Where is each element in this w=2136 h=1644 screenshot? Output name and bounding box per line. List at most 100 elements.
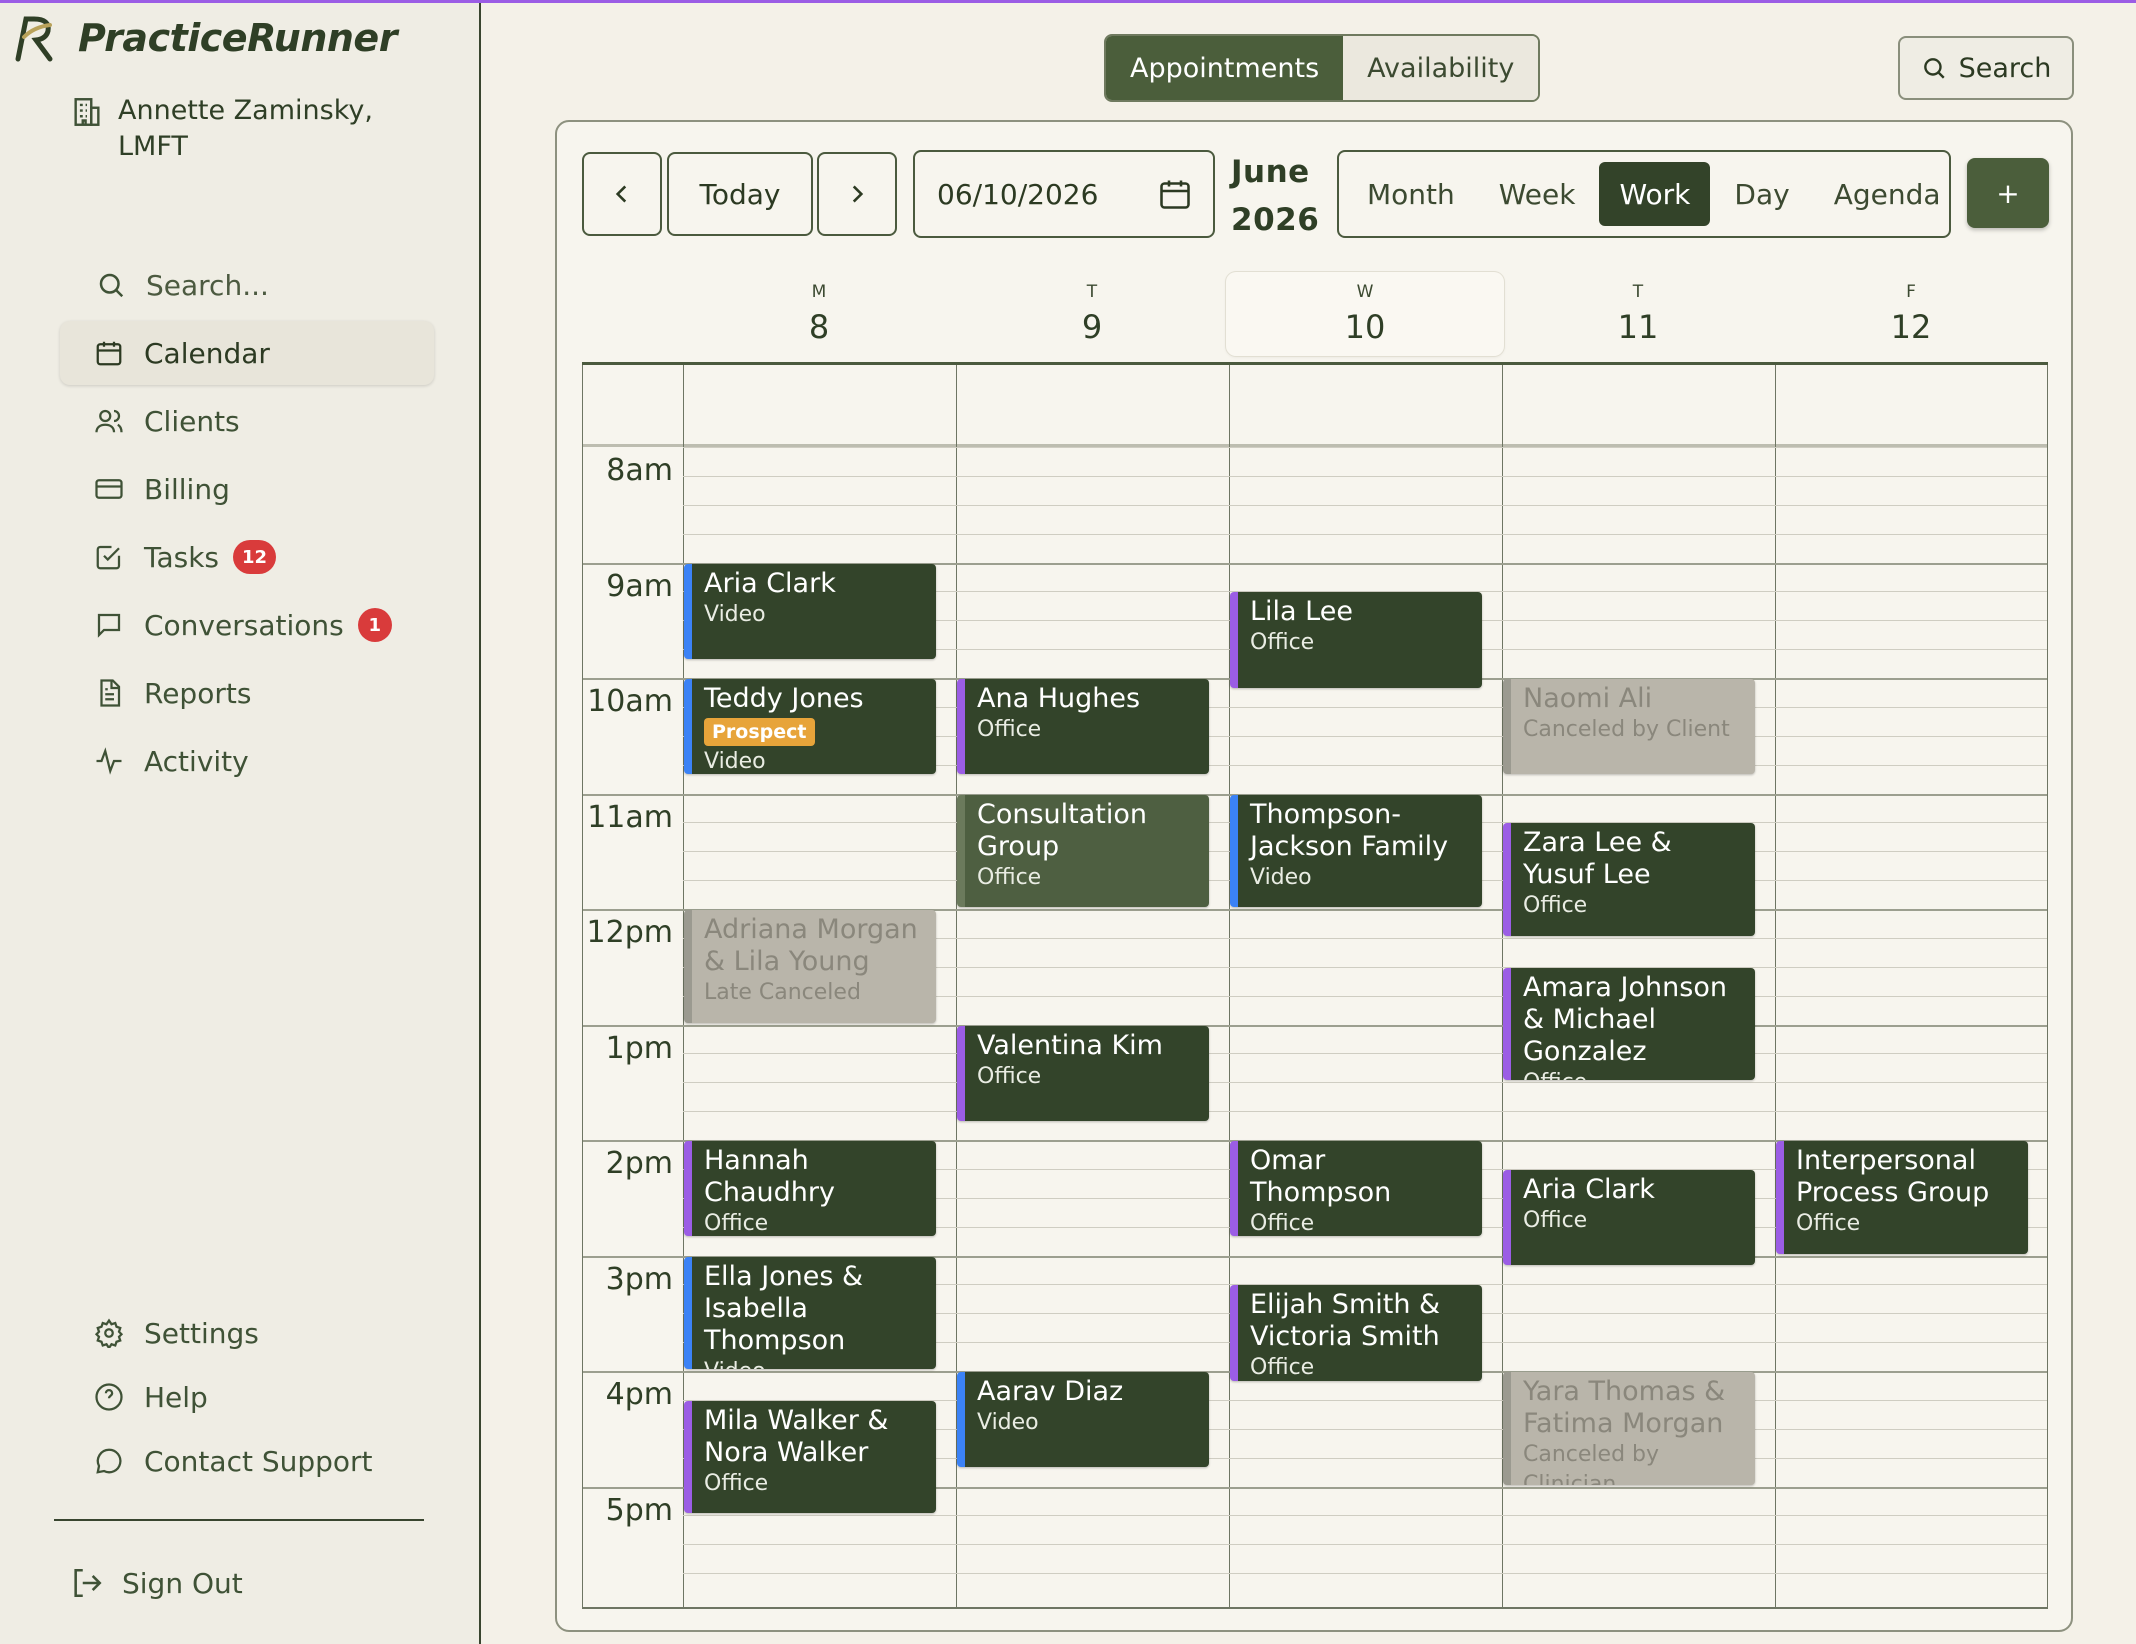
conversations-count-badge: 1 — [357, 608, 392, 642]
sign-out-icon — [74, 1568, 102, 1598]
today-button[interactable]: Today — [667, 152, 813, 236]
view-work[interactable]: Work — [1599, 162, 1711, 226]
appointment-location: Video — [977, 1410, 1039, 1435]
sidebar-item-activity[interactable]: Activity — [60, 729, 434, 793]
prev-button[interactable] — [582, 152, 662, 236]
appointment-card[interactable]: Amara Johnson & Michael GonzalezOffice — [1503, 967, 1755, 1081]
time-label: 10am — [587, 684, 673, 719]
sidebar-item-reports[interactable]: Reports — [60, 661, 434, 725]
time-label: 4pm — [605, 1377, 673, 1412]
day-header-8[interactable]: M8 — [680, 272, 958, 356]
appointment-card[interactable]: Hannah Chaudhry Office — [684, 1141, 936, 1237]
appointment-client-name: Aria Clark — [1523, 1173, 1655, 1205]
appointment-card[interactable]: Thompson-Jackson Family Video — [1230, 794, 1482, 907]
appointment-location: Canceled by Clinician — [1523, 1442, 1660, 1485]
sidebar-item-contact-support[interactable]: Contact Support — [60, 1431, 434, 1491]
appointment-card[interactable]: Omar Thompson Office — [1230, 1141, 1482, 1237]
appointment-card[interactable]: Adriana Morgan & Lila Young Late Canceled — [684, 910, 936, 1023]
time-label: 5pm — [605, 1492, 673, 1528]
all-day-row[interactable] — [583, 365, 2047, 447]
calendar-icon[interactable] — [1157, 176, 1193, 212]
main-nav: Search... Calendar Clients Billing Tasks — [60, 253, 434, 797]
time-label: 8am — [606, 453, 673, 488]
date-input[interactable]: 06/10/2026 — [913, 150, 1215, 238]
day-header-weekday: T — [1086, 282, 1098, 302]
appointment-client-name: Elijah Smith & Victoria Smith — [1250, 1289, 1441, 1353]
appointment-client-name: Valentina Kim — [977, 1029, 1163, 1061]
view-day[interactable]: Day — [1714, 162, 1809, 226]
day-header-12[interactable]: F 12 — [1772, 272, 2050, 356]
logo-icon — [15, 16, 53, 62]
sidebar-item-label: Reports — [144, 676, 252, 710]
search-button[interactable]: Search — [1898, 36, 2074, 100]
day-header-date: 8 — [808, 308, 830, 346]
sidebar-divider — [54, 1519, 424, 1521]
appointment-client-name: Consultation Group — [977, 798, 1148, 862]
appointment-location: Canceled by Client — [1523, 717, 1730, 742]
column-divider — [1229, 365, 1230, 1607]
appointment-location: Office — [704, 1211, 769, 1236]
search-icon — [94, 268, 128, 302]
appointment-card[interactable]: Mila Walker & Nora Walker Office — [684, 1400, 936, 1514]
appointment-card[interactable]: Valentina Kim Office — [957, 1025, 1209, 1121]
sidebar-search[interactable]: Search... — [60, 253, 434, 317]
org-switcher[interactable]: Annette Zaminsky, LMFT — [70, 93, 418, 165]
search-icon — [1923, 58, 1945, 79]
appointment-client-name: Teddy Jones Prospect — [704, 683, 924, 747]
day-header-11[interactable]: T 11 — [1499, 272, 1777, 356]
sidebar-item-settings[interactable]: Settings — [60, 1303, 434, 1363]
sidebar-item-calendar[interactable]: Calendar — [60, 321, 434, 385]
appointment-client-name: Omar Thompson — [1250, 1145, 1392, 1208]
quarter-hour-line — [683, 1573, 2047, 1575]
appointment-card[interactable]: Elijah Smith & Victoria Smith Office — [1230, 1285, 1482, 1381]
appointment-card[interactable]: Interpersonal Process Group Office — [1776, 1141, 2028, 1254]
tab-availability[interactable]: Availability — [1343, 36, 1539, 100]
sidebar-item-clients[interactable]: Clients — [60, 389, 434, 453]
appointment-card[interactable]: Ella Jones & Isabella ThompsonVideo — [684, 1256, 936, 1369]
day-header-10[interactable]: W 10 — [1226, 272, 1504, 356]
time-label: 12pm — [586, 915, 673, 950]
appointment-location: Video — [704, 749, 766, 774]
day-header-9[interactable]: T9 — [953, 272, 1231, 356]
appointment-card[interactable]: Aria Clark Office — [1503, 1169, 1755, 1266]
appointment-card[interactable]: Zara Lee & Yusuf Lee Office — [1503, 823, 1755, 936]
search-button-label: Search — [1958, 52, 2052, 84]
sidebar-item-help[interactable]: Help — [60, 1367, 434, 1427]
appointment-location: Office — [1796, 1211, 1861, 1236]
appointment-card[interactable]: Naomi Ali Canceled by Client — [1503, 679, 1755, 775]
tab-appointments[interactable]: Appointments — [1106, 36, 1344, 100]
appointment-client-name: Amara Johnson & Michael Gonzalez — [1523, 971, 1727, 1067]
appointment-client-name: Yara Thomas & Fatima Morgan — [1523, 1376, 1726, 1439]
checkbox-icon — [92, 540, 126, 574]
sidebar-item-conversations[interactable]: Conversations 1 — [60, 593, 434, 657]
next-button[interactable] — [817, 152, 897, 236]
day-header-weekday: M — [811, 282, 827, 302]
appointment-card[interactable]: Lila Lee Office — [1230, 592, 1482, 688]
appointment-client-name: Ana Hughes — [977, 683, 1141, 714]
add-appointment-button[interactable]: + — [1967, 158, 2049, 228]
sign-out-button[interactable]: Sign Out — [44, 1553, 243, 1613]
day-header-weekday: F — [1906, 282, 1916, 302]
logo[interactable]: PracticeRunner — [10, 13, 397, 63]
view-month[interactable]: Month — [1347, 162, 1475, 226]
appointment-card[interactable]: Ana Hughes Office — [957, 679, 1209, 775]
sidebar-item-label: Activity — [144, 744, 249, 778]
appointment-card[interactable]: Aarav Diaz Video — [957, 1372, 1209, 1468]
view-week[interactable]: Week — [1479, 162, 1596, 226]
appointment-card[interactable]: Yara Thomas & Fatima Morgan Canceled by C… — [1503, 1372, 1755, 1485]
sidebar-item-label: Billing — [144, 472, 230, 506]
appointment-card[interactable]: Teddy Jones Prospect Video — [684, 679, 936, 775]
users-icon — [92, 404, 126, 438]
day-header-weekday: T — [1632, 282, 1644, 302]
quarter-hour-line — [683, 533, 2047, 535]
appointment-card[interactable]: Consultation Group Office — [957, 794, 1209, 907]
sidebar-item-tasks[interactable]: Tasks 12 — [60, 525, 434, 589]
month-label: June — [1231, 154, 1310, 190]
view-agenda[interactable]: Agenda — [1814, 162, 1961, 226]
sidebar-item-label: Conversations — [144, 608, 344, 642]
time-label: 11am — [587, 799, 673, 835]
sidebar-item-billing[interactable]: Billing — [60, 457, 434, 521]
appointment-card[interactable]: Aria Clark Video — [684, 563, 936, 659]
sidebar: PracticeRunner Annette Zaminsky, LMFT Se… — [0, 3, 481, 1644]
appointment-client-name: Adriana Morgan & Lila Young — [704, 914, 918, 977]
